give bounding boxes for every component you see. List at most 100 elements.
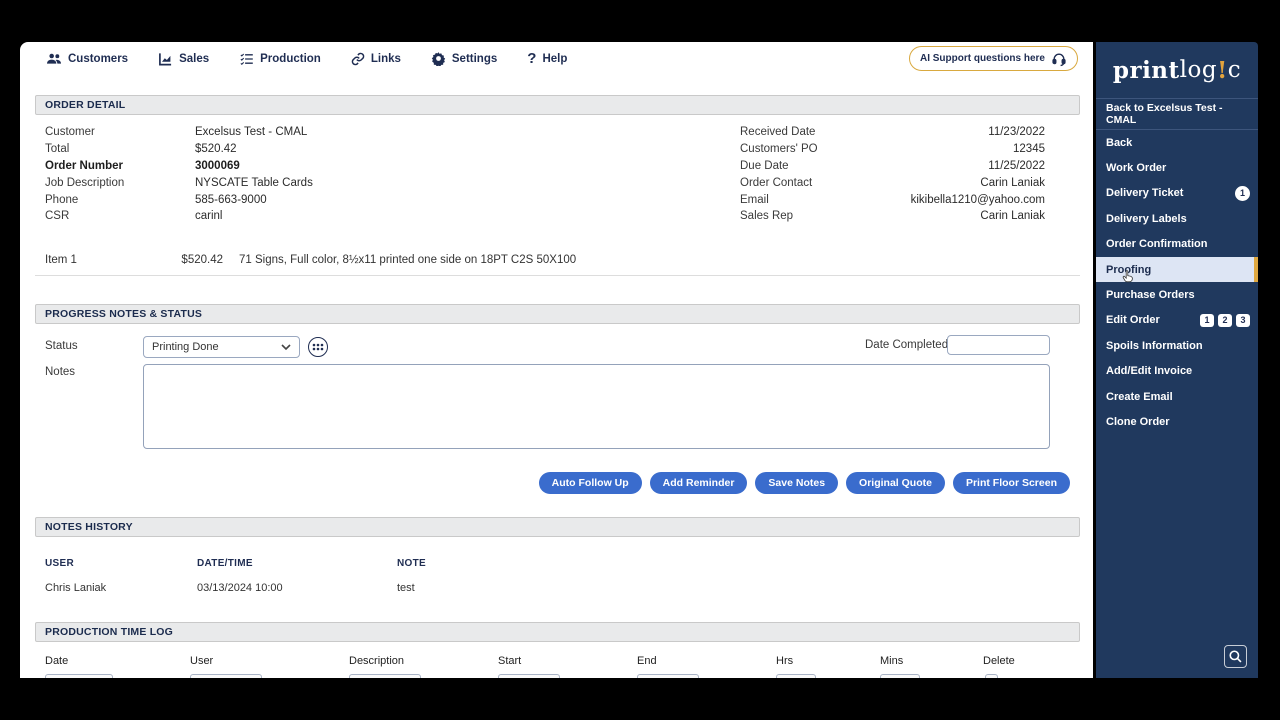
date-completed-input[interactable] — [947, 335, 1050, 355]
status-select[interactable]: Printing Done — [143, 336, 300, 358]
sidebar: print log! c Back to Excelsus Test - CMAL … — [1096, 42, 1258, 678]
print-floor-screen-button[interactable]: Print Floor Screen — [952, 472, 1070, 494]
tl-col-date: Date — [45, 655, 69, 667]
tl-col-end: End — [637, 655, 657, 667]
field-customers-po: Customers' PO 12345 — [740, 142, 1045, 155]
col-note: NOTE — [397, 558, 426, 569]
sidebar-item-add-edit-invoice[interactable]: Add/Edit Invoice — [1096, 359, 1258, 384]
original-quote-button[interactable]: Original Quote — [846, 472, 945, 494]
customers-icon — [46, 52, 62, 66]
sidebar-item-order-confirmation[interactable]: Order Confirmation — [1096, 232, 1258, 257]
help-icon: ? — [527, 50, 537, 67]
edit-order-badge-1[interactable]: 1 — [1200, 313, 1214, 327]
order-detail-left: Customer Excelsus Test - CMAL Total $520.4… — [45, 126, 505, 227]
tl-description-input[interactable] — [349, 674, 421, 678]
field-phone: Phone 585-663-9000 — [45, 193, 267, 206]
nav-settings[interactable]: Settings — [431, 51, 497, 66]
nav-help[interactable]: ? Help — [527, 50, 567, 67]
field-customer: Customer Excelsus Test - CMAL — [45, 126, 308, 138]
main-content: Customers Sales Production Links Setting… — [20, 42, 1093, 678]
item-description: 71 Signs, Full color, 8½x11 printed one … — [239, 254, 577, 266]
nav-settings-label: Settings — [451, 52, 498, 65]
nav-links-label: Links — [370, 52, 401, 65]
mouse-cursor — [1122, 270, 1133, 283]
note-row-note: test — [397, 582, 415, 594]
sidebar-item-proofing[interactable]: Proofing — [1096, 256, 1258, 283]
chevron-down-icon — [281, 343, 291, 350]
headset-icon — [1052, 53, 1066, 66]
sidebar-item-delivery-labels[interactable]: Delivery Labels — [1096, 206, 1258, 231]
grid-dots-icon — [312, 343, 324, 351]
status-value: Printing Done — [152, 341, 219, 353]
note-row-user: Chris Laniak — [45, 582, 107, 594]
item-price: $520.42 — [181, 254, 223, 266]
sidebar-item-spoils-information[interactable]: Spoils Information — [1096, 333, 1258, 358]
tl-user-select[interactable] — [190, 674, 262, 678]
tl-end-input[interactable] — [637, 674, 699, 678]
tl-start-input[interactable] — [498, 674, 560, 678]
nav-sales[interactable]: Sales — [158, 52, 209, 66]
tl-col-user: User — [190, 655, 214, 667]
order-detail-header: ORDER DETAIL — [35, 95, 1080, 115]
tl-col-hrs: Hrs — [776, 655, 794, 667]
ai-support-button[interactable]: AI Support questions here — [908, 46, 1078, 71]
add-reminder-button[interactable]: Add Reminder — [649, 472, 748, 494]
sidebar-item-purchase-orders[interactable]: Purchase Orders — [1096, 282, 1258, 307]
nav-production-label: Production — [260, 52, 321, 65]
field-csr: CSR carinl — [45, 210, 223, 223]
notes-textarea[interactable] — [143, 364, 1050, 449]
field-order-number: Order Number 3000069 — [45, 159, 240, 172]
tl-date-input[interactable] — [45, 674, 113, 678]
production-icon — [239, 52, 254, 66]
auto-follow-up-button[interactable]: Auto Follow Up — [538, 472, 642, 494]
col-datetime: DATE/TIME — [197, 558, 253, 569]
sidebar-back-to-customer[interactable]: Back to Excelsus Test - CMAL — [1096, 99, 1258, 130]
tl-col-delete: Delete — [983, 655, 1015, 667]
links-icon — [351, 52, 365, 66]
field-email: Email kikibella1210@yahoo.com — [740, 193, 1045, 206]
sidebar-item-clone-order[interactable]: Clone Order — [1096, 409, 1258, 434]
edit-order-badge-3[interactable]: 3 — [1236, 313, 1250, 327]
tl-col-start: Start — [498, 655, 522, 667]
order-detail-right: Received Date 11/23/2022 Customers' PO 123… — [740, 126, 1045, 227]
status-grid-button[interactable] — [308, 337, 328, 357]
nav-customers-label: Customers — [68, 52, 129, 65]
col-user: USER — [45, 558, 74, 569]
note-row-datetime: 03/13/2024 10:00 — [197, 582, 283, 594]
tl-hrs-input[interactable] — [776, 674, 816, 678]
app-window: Customers Sales Production Links Setting… — [20, 42, 1258, 678]
nav-help-label: Help — [542, 52, 568, 65]
delivery-ticket-badge: 1 — [1235, 185, 1250, 201]
nav-production[interactable]: Production — [239, 52, 321, 66]
edit-order-badge-2[interactable]: 2 — [1218, 313, 1232, 327]
notes-label: Notes — [45, 366, 76, 378]
tl-col-mins: Mins — [880, 655, 904, 667]
field-due-date: Due Date 11/25/2022 — [740, 159, 1045, 172]
nav-sales-label: Sales — [179, 52, 210, 65]
sidebar-item-work-order[interactable]: Work Order — [1096, 155, 1258, 180]
progress-header: PROGRESS NOTES & STATUS — [35, 304, 1080, 324]
sidebar-item-create-email[interactable]: Create Email — [1096, 384, 1258, 409]
field-received-date: Received Date 11/23/2022 — [740, 126, 1045, 138]
nav-links[interactable]: Links — [351, 52, 401, 66]
save-notes-button[interactable]: Save Notes — [755, 472, 839, 494]
timelog-header: PRODUCTION TIME LOG — [35, 622, 1080, 642]
sidebar-item-back[interactable]: Back — [1096, 130, 1258, 155]
edit-order-badges: 1 2 3 — [1200, 313, 1250, 327]
gear-icon — [431, 51, 446, 66]
nav-customers[interactable]: Customers — [46, 52, 128, 66]
tl-col-description: Description — [349, 655, 405, 667]
tl-mins-input[interactable] — [880, 674, 920, 678]
date-completed-label: Date Completed — [865, 339, 949, 351]
sales-icon — [158, 52, 173, 66]
sidebar-item-edit-order[interactable]: Edit Order 1 2 3 — [1096, 308, 1258, 333]
tl-delete-checkbox[interactable] — [985, 674, 998, 678]
sidebar-item-delivery-ticket[interactable]: Delivery Ticket 1 — [1096, 181, 1258, 206]
notes-history-header: NOTES HISTORY — [35, 517, 1080, 537]
status-label: Status — [45, 340, 78, 352]
field-job-description: Job Description NYSCATE Table Cards — [45, 176, 313, 189]
field-order-contact: Order Contact Carin Laniak — [740, 176, 1045, 189]
sidebar-search-button[interactable] — [1224, 645, 1247, 668]
ai-support-label: AI Support questions here — [919, 53, 1045, 64]
